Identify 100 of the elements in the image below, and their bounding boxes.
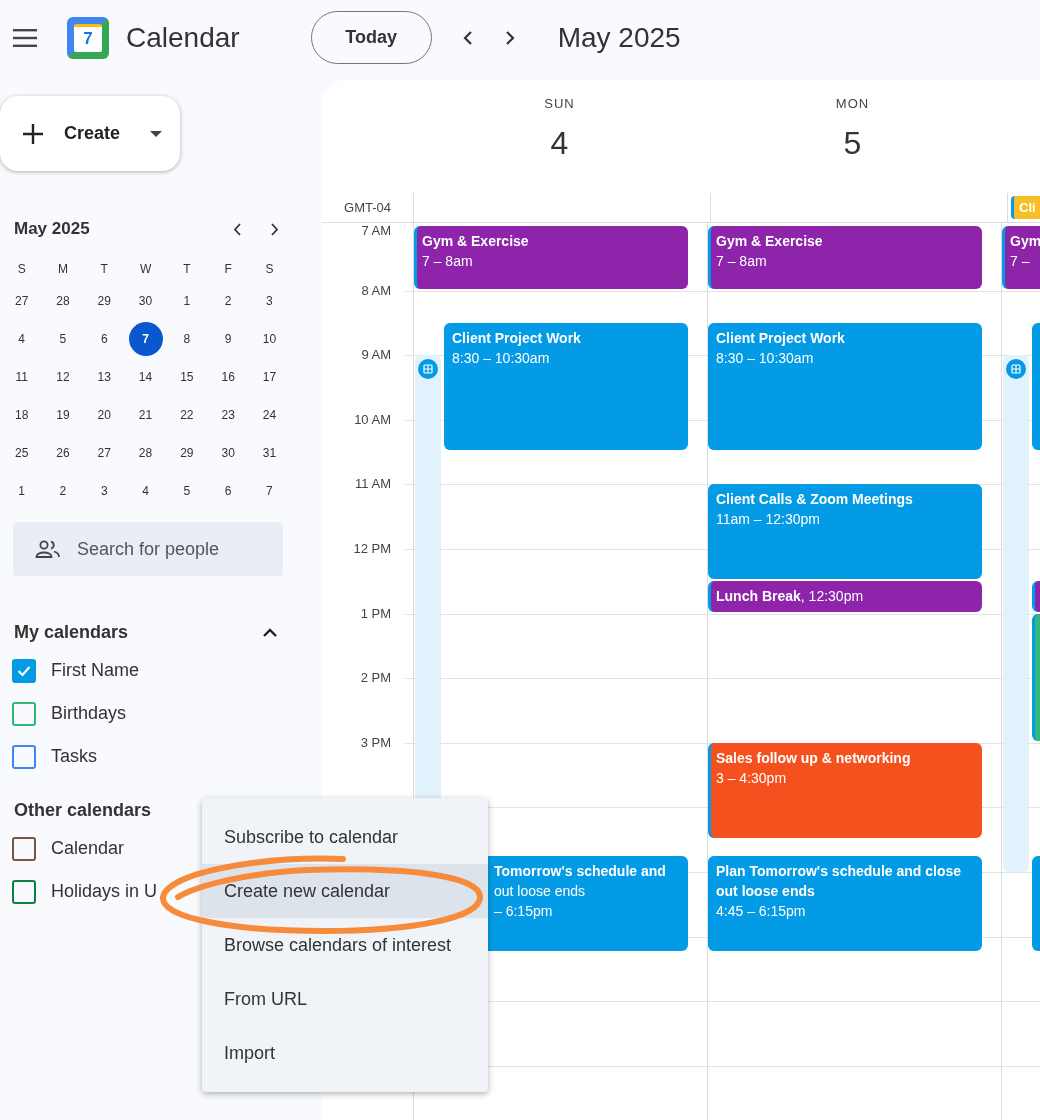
- mini-calendar-day[interactable]: 31: [248, 434, 291, 472]
- event-text: Lunch Break, 12:30pm: [716, 587, 864, 607]
- mini-calendar-day[interactable]: 3: [248, 282, 291, 320]
- mini-calendar-day[interactable]: 27: [1, 282, 43, 320]
- mini-calendar-day[interactable]: 4: [124, 472, 167, 510]
- section-title: Other calendars: [14, 799, 152, 821]
- event-title: Client Calls & Zoom Meetings: [716, 490, 914, 510]
- date-number[interactable]: 4: [550, 125, 569, 162]
- mini-calendar-day[interactable]: 19: [42, 396, 84, 434]
- time-label: 8 AM: [361, 282, 391, 298]
- weekday-label: F: [223, 261, 233, 278]
- mini-calendar-day[interactable]: 28: [42, 282, 84, 320]
- time-label: 7 AM: [361, 223, 391, 238]
- mini-calendar-day[interactable]: 10: [248, 320, 291, 358]
- event-card[interactable]: Gym & Exercise 7 – 8am: [708, 226, 982, 289]
- mini-calendar-day[interactable]: 16: [207, 358, 249, 396]
- event-time: 8:30 – 10:30am: [716, 348, 815, 368]
- menu-icon[interactable]: [13, 28, 37, 47]
- event-time: 4:45 – 6:15pm: [716, 901, 807, 921]
- mini-calendar-day[interactable]: 9: [207, 320, 249, 358]
- mini-calendar-day[interactable]: 7: [128, 322, 163, 356]
- app-title: Calendar: [126, 21, 240, 54]
- mini-calendar-day[interactable]: 14: [124, 358, 167, 396]
- event-time: 11am – 12:30pm: [716, 510, 822, 530]
- event-time: out loose ends – 6:15pm: [494, 881, 587, 921]
- mini-calendar-day[interactable]: 29: [83, 282, 125, 320]
- mini-calendar-day[interactable]: 28: [124, 434, 167, 472]
- search-field[interactable]: Search for people: [13, 522, 283, 576]
- time-label: 2 PM: [360, 670, 391, 686]
- mini-calendar-day[interactable]: 8: [166, 320, 208, 358]
- event-card[interactable]: Gym 7 –: [1002, 226, 1040, 289]
- mini-calendar-day[interactable]: 12: [42, 358, 84, 396]
- mini-calendar-day[interactable]: 25: [1, 434, 43, 472]
- weekday-label: SUN: [544, 96, 575, 111]
- event-time: 7 – 8am: [422, 252, 474, 271]
- event-title: Client Project Work: [716, 328, 846, 348]
- create-button[interactable]: Create: [0, 96, 180, 171]
- checkbox[interactable]: [12, 836, 36, 861]
- mini-calendar-day[interactable]: 5: [42, 320, 84, 358]
- mini-calendar-day[interactable]: 1: [166, 282, 208, 320]
- mini-calendar-day[interactable]: 2: [207, 282, 249, 320]
- mini-calendar-day[interactable]: 21: [124, 396, 167, 434]
- checkmark-icon: [17, 664, 31, 677]
- event-title: Plan Tomorrow's schedule and close out loose ends: [716, 861, 963, 901]
- checkbox[interactable]: [12, 879, 36, 904]
- next-icon[interactable]: [503, 29, 516, 46]
- calendar-label: Calendar: [51, 838, 125, 859]
- mini-calendar-day[interactable]: 30: [207, 434, 249, 472]
- plus-icon: [22, 122, 44, 145]
- mini-calendar-day[interactable]: 4: [1, 320, 43, 358]
- calendar-label: Birthdays: [51, 703, 127, 724]
- date-number[interactable]: 5: [843, 125, 862, 162]
- mini-calendar-day[interactable]: 17: [248, 358, 291, 396]
- checkbox[interactable]: [12, 701, 36, 726]
- mini-calendar-day[interactable]: 6: [83, 320, 125, 358]
- mini-calendar-day[interactable]: 30: [124, 282, 167, 320]
- mini-calendar-day[interactable]: 7: [248, 472, 291, 510]
- mini-calendar-day[interactable]: 6: [207, 472, 249, 510]
- mini-calendar-day[interactable]: 26: [42, 434, 84, 472]
- time-label: 3 PM: [360, 734, 391, 750]
- menu-item[interactable]: Import: [202, 1026, 488, 1080]
- mini-calendar-day[interactable]: 27: [83, 434, 125, 472]
- previous-icon[interactable]: [233, 222, 241, 236]
- previous-icon[interactable]: [461, 29, 474, 46]
- mini-calendar-day[interactable]: 20: [83, 396, 125, 434]
- mini-calendar-day[interactable]: 24: [248, 396, 291, 434]
- calendar-logo: 7: [67, 16, 109, 59]
- section-title: My calendars: [14, 621, 129, 643]
- mini-calendar-day[interactable]: 11: [1, 358, 43, 396]
- mini-calendar-day[interactable]: 18: [1, 396, 43, 434]
- checkbox[interactable]: [12, 744, 36, 769]
- mini-calendar-day[interactable]: 2: [42, 472, 84, 510]
- mini-calendar-day[interactable]: 22: [166, 396, 208, 434]
- weekday-label: S: [16, 261, 27, 278]
- event-time: 3 – 4:30pm: [716, 768, 788, 788]
- checkbox[interactable]: [12, 658, 36, 683]
- calendar-label: Tasks: [51, 746, 97, 767]
- mini-calendar-day[interactable]: 23: [207, 396, 249, 434]
- mini-calendar-day[interactable]: 3: [83, 472, 125, 510]
- menu-item[interactable]: From URL: [202, 972, 488, 1026]
- mini-calendar-day[interactable]: 15: [166, 358, 208, 396]
- event-title: Client Project Work: [452, 328, 582, 348]
- caret-icon: [150, 130, 162, 137]
- weekday-label: S: [264, 261, 275, 278]
- weekday-label: T: [182, 261, 192, 278]
- mini-calendar-day[interactable]: 29: [166, 434, 208, 472]
- event-title: Sales follow up & networking: [716, 748, 912, 768]
- time-label: 11 AM: [355, 476, 391, 492]
- mini-calendar-month: May 2025: [14, 219, 91, 239]
- mini-calendar-day[interactable]: 5: [166, 472, 208, 510]
- next-icon[interactable]: [271, 222, 279, 236]
- weekday-label: T: [99, 261, 109, 278]
- event-time: 7 –: [1010, 252, 1031, 271]
- mini-calendar-day[interactable]: 13: [83, 358, 125, 396]
- mini-calendar-day[interactable]: 1: [1, 472, 43, 510]
- period-title: May 2025: [557, 21, 681, 54]
- chevron-icon[interactable]: [262, 627, 278, 637]
- event-card[interactable]: Gym & Exercise 7 – 8am: [414, 226, 688, 289]
- event-card[interactable]: Lunch Break, 12:30pm: [708, 581, 982, 612]
- event-title: Gym & Exercise: [716, 232, 824, 251]
